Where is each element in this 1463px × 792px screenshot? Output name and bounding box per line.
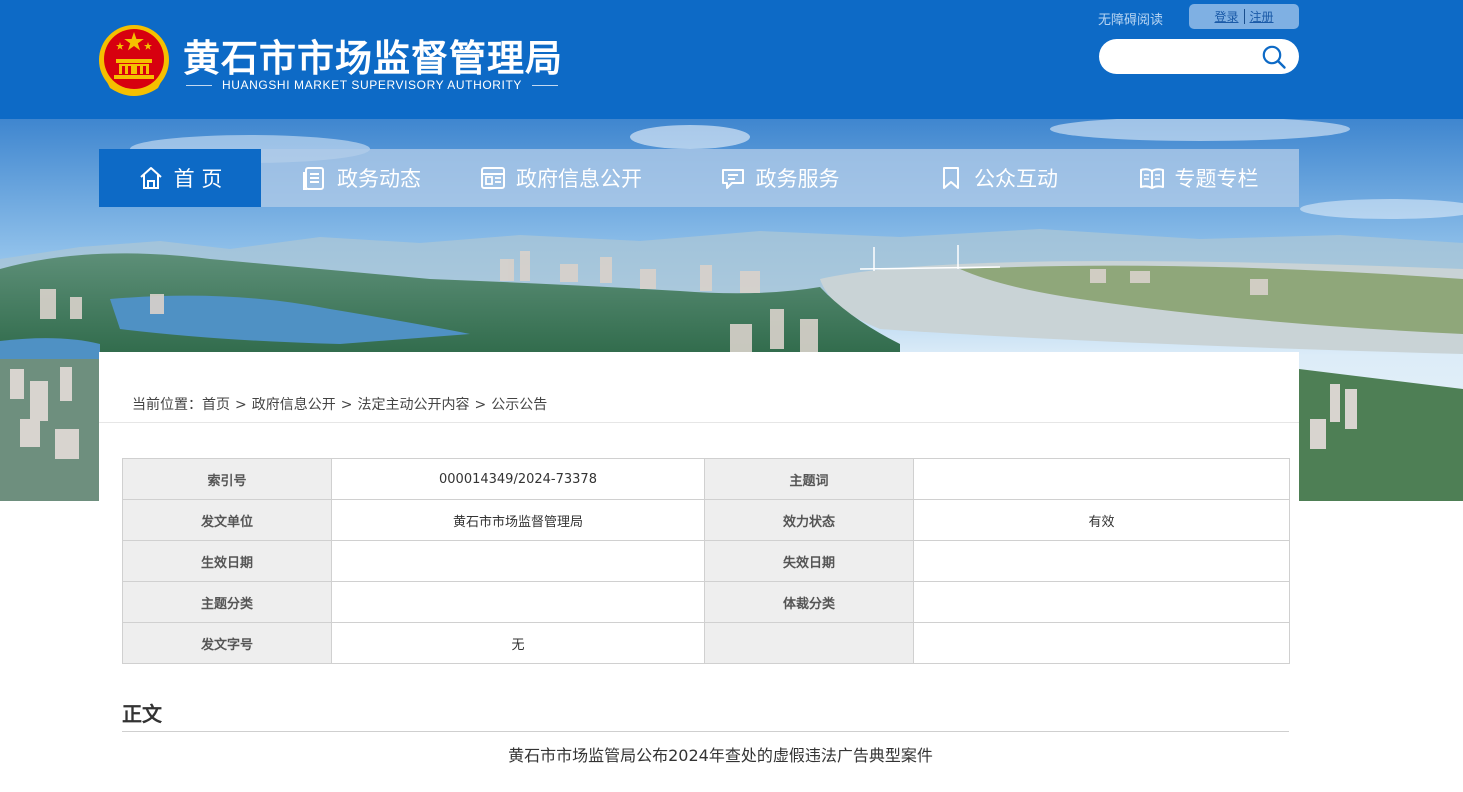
article-title: 黄石市市场监管局公布2024年查处的虚假违法广告典型案件	[508, 746, 933, 765]
table-row: 发文字号 无	[122, 622, 1290, 664]
subtitle-rule-left	[186, 84, 212, 86]
meta-label: 体裁分类	[704, 581, 914, 623]
register-link[interactable]: 注册	[1250, 8, 1274, 25]
search-icon[interactable]	[1261, 44, 1287, 70]
meta-value: 000014349/2024-73378	[331, 458, 705, 500]
nav-label-home: 首 页	[173, 167, 223, 191]
nav-item-home[interactable]: 首 页	[99, 149, 261, 207]
nav-item-news[interactable]: 政务动态	[261, 149, 461, 207]
breadcrumb-announcements[interactable]: 公示公告	[491, 397, 547, 413]
breadcrumb: 当前位置：首页 > 政府信息公开 > 法定主动公开内容 > 公示公告	[132, 394, 547, 414]
meta-value: 无	[331, 622, 705, 664]
chat-bubble-icon	[721, 169, 744, 189]
meta-value	[331, 540, 705, 582]
site-subtitle-text: HUANGSHI MARKET SUPERVISORY AUTHORITY	[221, 78, 523, 92]
subtitle-rule-right	[532, 84, 559, 86]
table-row: 主题分类 体裁分类	[122, 581, 1290, 623]
meta-label: 生效日期	[122, 540, 332, 582]
nav-label-services: 政务服务	[755, 167, 840, 191]
meta-value	[913, 540, 1290, 582]
meta-label: 失效日期	[704, 540, 914, 582]
body-section-divider	[122, 731, 1289, 732]
breadcrumb-statutory-content[interactable]: 法定主动公开内容	[357, 397, 469, 413]
meta-value: 有效	[913, 499, 1290, 541]
nav-item-special-topics[interactable]: 专题专栏	[1098, 149, 1299, 207]
content-card: 当前位置：首页 > 政府信息公开 > 法定主动公开内容 > 公示公告 索引号 0000143…	[99, 352, 1299, 792]
nav-label-news: 政务动态	[337, 167, 421, 191]
nav-label-info-disclosure: 政府信息公开	[516, 167, 642, 191]
breadcrumb-divider	[99, 422, 1299, 423]
login-link[interactable]: 登录	[1214, 8, 1238, 25]
meta-value	[913, 622, 1290, 664]
open-book-icon	[1139, 168, 1164, 189]
info-board-icon	[481, 167, 505, 189]
meta-label: 主题词	[704, 458, 914, 500]
breadcrumb-separator: >	[474, 397, 487, 413]
nav-label-special-topics: 专题专栏	[1174, 167, 1259, 191]
meta-label: 主题分类	[122, 581, 332, 623]
meta-value	[913, 458, 1290, 500]
breadcrumb-separator: >	[340, 397, 353, 413]
document-list-icon	[303, 167, 324, 190]
table-row: 生效日期 失效日期	[122, 540, 1290, 582]
meta-value	[913, 581, 1290, 623]
breadcrumb-home[interactable]: 首页	[202, 397, 230, 413]
nav-item-info-disclosure[interactable]: 政府信息公开	[461, 149, 661, 207]
main-nav: 首 页 政务动态 政府信息公开 政务服务 公众互动 专题专栏	[99, 149, 1299, 207]
login-separator	[1243, 9, 1245, 24]
nav-item-services[interactable]: 政务服务	[661, 149, 898, 207]
meta-value	[331, 581, 705, 623]
nav-label-interaction: 公众互动	[974, 167, 1058, 191]
search-input[interactable]	[1113, 46, 1253, 67]
search-box	[1099, 39, 1299, 74]
site-header: 黄石市市场监督管理局 HUANGSHI MARKET SUPERVISORY A…	[0, 0, 1463, 119]
breadcrumb-info-disclosure[interactable]: 政府信息公开	[252, 397, 336, 413]
meta-label: 效力状态	[704, 499, 914, 541]
meta-label: 发文单位	[122, 499, 332, 541]
home-icon	[139, 167, 162, 189]
meta-label: 发文字号	[122, 622, 332, 664]
document-meta-table: 索引号 000014349/2024-73378 主题词 发文单位 黄石市市场监…	[122, 458, 1290, 664]
breadcrumb-separator: >	[235, 397, 247, 413]
site-subtitle: HUANGSHI MARKET SUPERVISORY AUTHORITY	[186, 78, 559, 92]
national-emblem-icon	[99, 25, 169, 96]
nav-item-interaction[interactable]: 公众互动	[898, 149, 1098, 207]
accessibility-link[interactable]: 无障碍阅读	[1098, 9, 1163, 28]
bookmark-icon	[943, 167, 959, 189]
table-row: 发文单位 黄石市市场监督管理局 效力状态 有效	[122, 499, 1290, 541]
body-section-title: 正文	[122, 702, 162, 726]
table-row: 索引号 000014349/2024-73378 主题词	[122, 458, 1290, 500]
meta-label	[704, 622, 914, 664]
login-register-box: 登录 注册	[1189, 4, 1299, 29]
breadcrumb-prefix: 当前位置：	[132, 397, 202, 413]
meta-value: 黄石市市场监督管理局	[331, 499, 705, 541]
meta-label: 索引号	[122, 458, 332, 500]
site-title: 黄石市市场监督管理局	[183, 37, 563, 80]
